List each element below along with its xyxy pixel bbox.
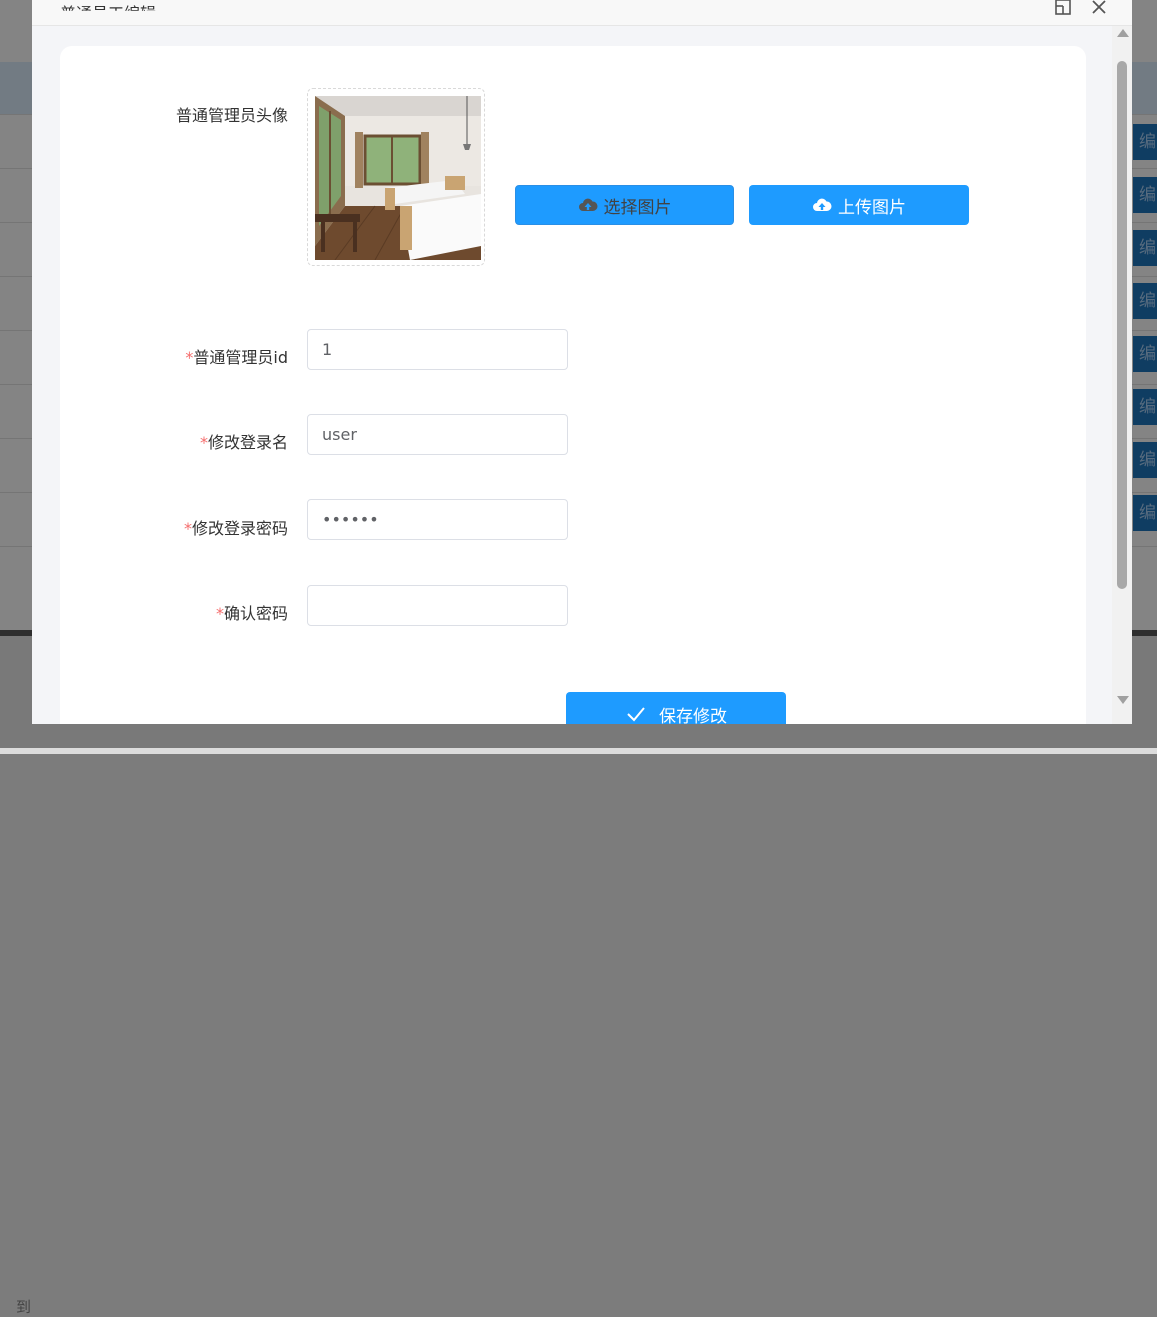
scroll-thumb[interactable] (1117, 61, 1127, 589)
required-mark: * (199, 433, 208, 452)
close-icon[interactable] (1088, 0, 1110, 20)
select-image-label: 选择图片 (603, 197, 672, 217)
avatar-upload-area[interactable] (307, 88, 485, 266)
cloud-upload-icon (813, 198, 832, 211)
select-image-button[interactable]: 选择图片 (515, 185, 734, 225)
maximize-icon[interactable] (1052, 0, 1074, 20)
edit-dialog: 普通员工编辑 普通管理员头像 选择图片 上传图片 *普通管理员id 1 *修改登… (32, 0, 1132, 724)
avatar-label: 普通管理员头像 (175, 106, 288, 125)
id-label-text: 普通管理员id (193, 348, 288, 367)
save-button-label: 保存修改 (659, 706, 727, 725)
password-label-text: 修改登录密码 (191, 519, 288, 538)
upload-image-button[interactable]: 上传图片 (749, 185, 969, 225)
login-name-label-text: 修改登录名 (207, 433, 288, 452)
scroll-up-icon[interactable] (1117, 29, 1129, 37)
check-icon (627, 707, 645, 722)
password-label: *修改登录密码 (48, 515, 288, 539)
password-field[interactable] (307, 499, 568, 540)
dialog-body: 普通管理员头像 选择图片 上传图片 *普通管理员id 1 *修改登录名 user… (32, 26, 1112, 724)
dialog-header: 普通员工编辑 (32, 0, 1132, 26)
scroll-down-icon[interactable] (1117, 696, 1129, 704)
id-label: *普通管理员id (48, 344, 288, 368)
required-mark: * (215, 604, 224, 623)
form-card: 普通管理员头像 选择图片 上传图片 *普通管理员id 1 *修改登录名 user… (60, 46, 1086, 724)
confirm-password-field[interactable] (307, 585, 568, 626)
confirm-password-label-text: 确认密码 (223, 604, 288, 623)
avatar-image (315, 96, 481, 260)
background-footer-text: 到 (16, 1298, 32, 1316)
id-field[interactable] (307, 329, 568, 370)
dialog-scrollbar[interactable] (1112, 26, 1132, 724)
upload-image-label: 上传图片 (838, 197, 906, 217)
login-name-label: *修改登录名 (48, 429, 288, 453)
cloud-upload-icon (578, 198, 598, 211)
login-name-field[interactable] (307, 414, 568, 455)
required-mark: * (183, 519, 192, 538)
dialog-title: 普通员工编辑 (60, 4, 157, 23)
confirm-password-label: *确认密码 (48, 600, 288, 624)
save-button[interactable]: 保存修改 (566, 692, 786, 724)
